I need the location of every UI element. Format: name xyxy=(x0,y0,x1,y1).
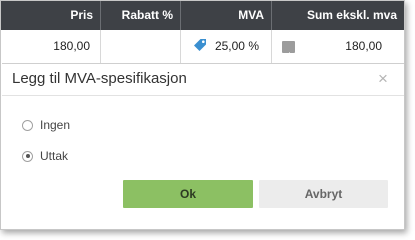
ok-button[interactable]: Ok xyxy=(123,180,253,208)
table-header: Pris Rabatt % MVA Sum ekskl. mva xyxy=(1,1,404,30)
radio-option-ingen[interactable]: Ingen xyxy=(22,118,70,132)
column-header-sum[interactable]: Sum ekskl. mva xyxy=(272,1,404,30)
window-frame: Pris Rabatt % MVA Sum ekskl. mva 180,00 … xyxy=(0,0,405,230)
column-header-mva[interactable]: MVA xyxy=(181,1,272,30)
column-header-rabatt[interactable]: Rabatt % xyxy=(101,1,181,30)
cell-mva-value: 25,00 % xyxy=(214,39,259,53)
cell-rabatt[interactable] xyxy=(101,30,181,63)
cell-pris[interactable]: 180,00 xyxy=(1,30,101,63)
cell-sum-value: 180,00 xyxy=(345,39,382,53)
cell-mva[interactable]: 25,00 % xyxy=(181,30,272,63)
radio-uttak[interactable] xyxy=(22,150,33,162)
dialog-divider xyxy=(2,95,404,96)
radio-label-ingen: Ingen xyxy=(40,118,71,132)
table-row: 180,00 25,00 % 180,00 xyxy=(1,30,404,63)
arrow-right-icon[interactable] xyxy=(282,41,295,58)
mva-dialog: Legg til MVA-spesifikasjon × Ingen Uttak… xyxy=(2,63,404,229)
cancel-button[interactable]: Avbryt xyxy=(259,180,388,208)
radio-option-uttak[interactable]: Uttak xyxy=(22,149,68,163)
dialog-title: Legg til MVA-spesifikasjon xyxy=(12,70,187,87)
close-icon[interactable]: × xyxy=(378,69,388,89)
price-tag-icon[interactable] xyxy=(193,38,207,52)
radio-ingen[interactable] xyxy=(22,119,33,131)
column-header-pris[interactable]: Pris xyxy=(1,1,101,30)
cell-sum[interactable]: 180,00 xyxy=(272,30,404,63)
radio-label-uttak: Uttak xyxy=(40,149,69,163)
